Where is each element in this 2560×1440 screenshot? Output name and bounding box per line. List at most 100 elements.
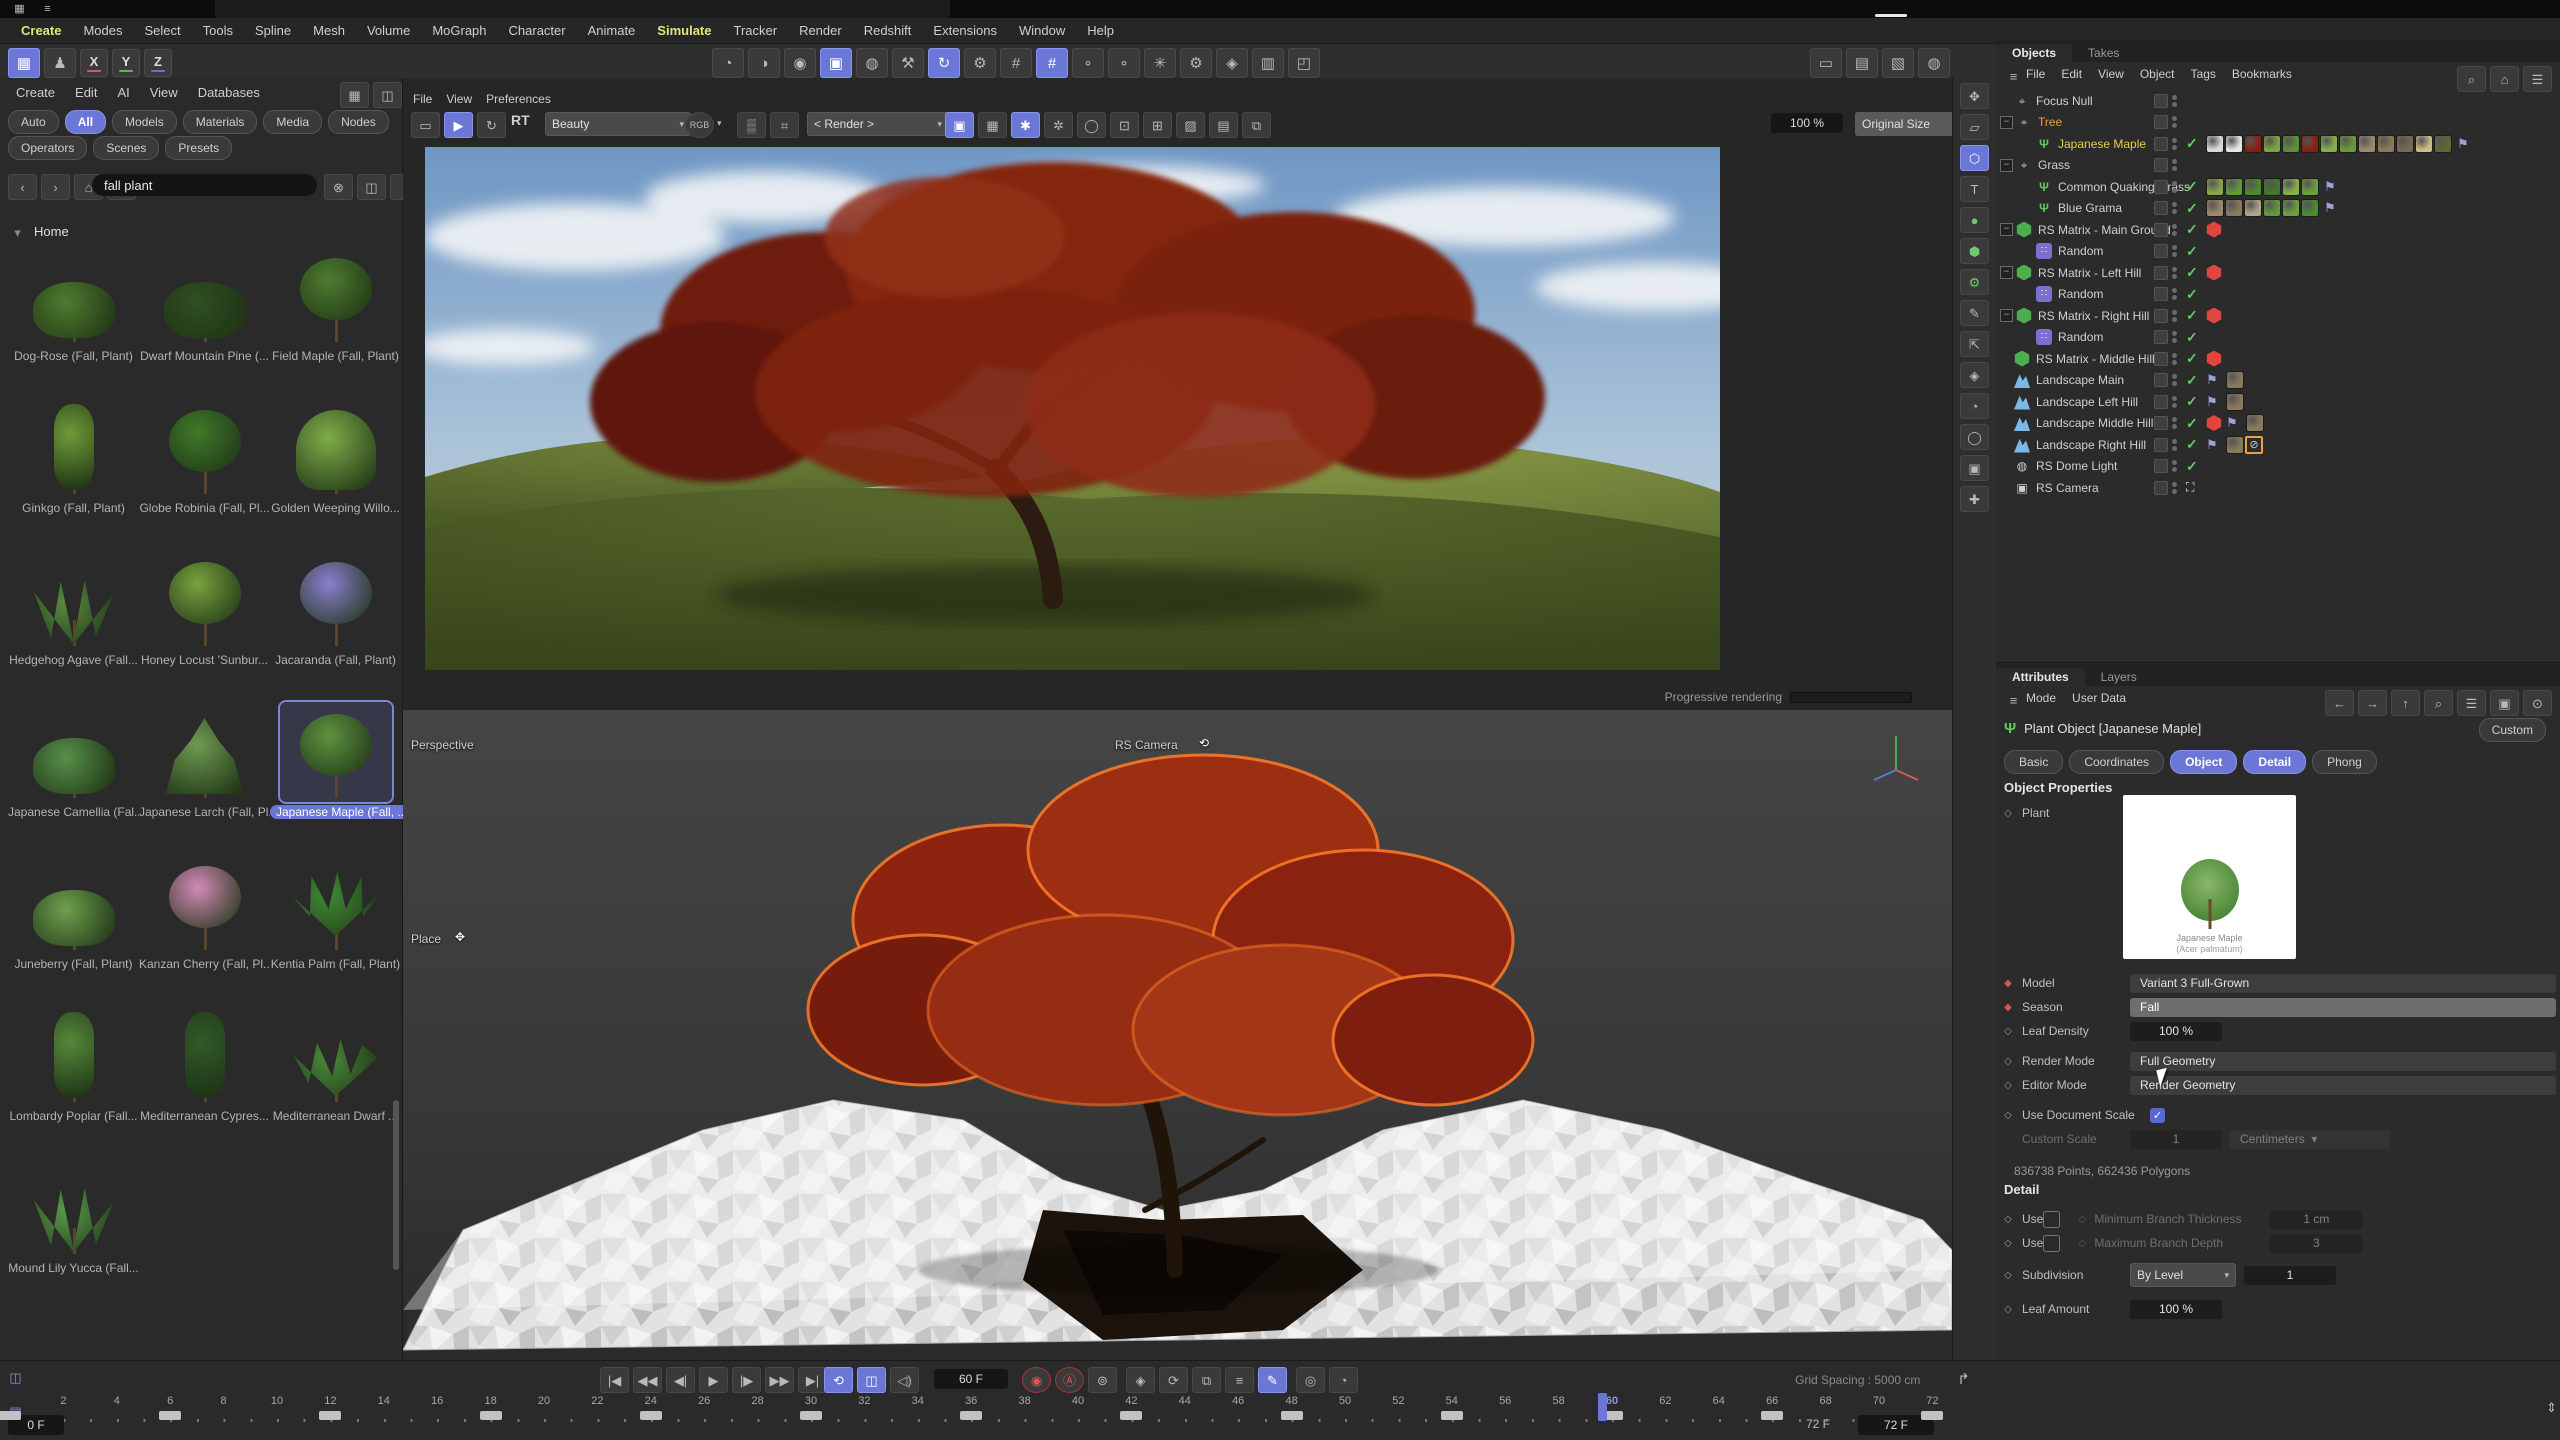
grid-icon[interactable]: # <box>1000 48 1032 78</box>
visibility-dots[interactable] <box>2172 308 2177 324</box>
material-chip[interactable] <box>2415 135 2433 153</box>
object-row-random[interactable]: ∷Random✓ <box>1996 327 2560 348</box>
circle-icon[interactable]: ◯ <box>1960 424 1989 450</box>
material-chip[interactable] <box>2244 178 2262 196</box>
menu-render[interactable]: Render <box>788 23 853 38</box>
phong-tag-icon[interactable]: ⚑ <box>2226 415 2238 431</box>
model-dropdown[interactable]: Variant 3 Full-Grown <box>2130 974 2556 993</box>
redshift-tag-icon[interactable] <box>2206 265 2222 281</box>
material-chip[interactable] <box>2434 135 2452 153</box>
redshift-tag-icon[interactable] <box>2206 415 2222 431</box>
up-icon[interactable]: ↑ <box>2391 690 2420 716</box>
om-menu-bookmarks[interactable]: Bookmarks <box>2232 67 2292 81</box>
next-frame-icon[interactable]: |▶ <box>732 1367 761 1393</box>
perspective-viewport[interactable]: Perspective RS Camera ⟲ Place ✥ <box>403 710 1952 1360</box>
menu-mesh[interactable]: Mesh <box>302 23 356 38</box>
editor-mode-dropdown[interactable]: Render Geometry <box>2130 1076 2556 1095</box>
material-chip[interactable] <box>2226 371 2244 389</box>
simulate-icon[interactable]: ▣ <box>820 48 852 78</box>
gear2-icon[interactable]: ⚙ <box>1180 48 1212 78</box>
custom-scale-unit-dropdown[interactable]: Centimeters ▾ <box>2230 1130 2390 1149</box>
object-row-rs-dome-light[interactable]: ◍RS Dome Light✓ <box>1996 456 2560 477</box>
material-chip[interactable] <box>2358 135 2376 153</box>
edit-toggle-icon[interactable] <box>2154 352 2168 366</box>
axis-y-button[interactable]: Y <box>112 49 140 77</box>
redshift-tag-icon[interactable] <box>2206 222 2222 238</box>
material-chip[interactable] <box>2244 199 2262 217</box>
keyframe-red-icon[interactable]: ◆ <box>2002 978 2014 989</box>
visibility-dots[interactable] <box>2172 480 2177 496</box>
filter-auto[interactable]: Auto <box>8 110 59 134</box>
keyframe-dot-icon[interactable]: ◇ <box>2002 1080 2014 1091</box>
filter-icon[interactable]: ☰ <box>2457 690 2486 716</box>
object-row-random[interactable]: ∷Random✓ <box>1996 284 2560 305</box>
render-mode-dropdown[interactable]: Full Geometry <box>2130 1052 2556 1071</box>
anim-dot-icon[interactable]: ◇ <box>2002 808 2014 819</box>
menu-animate[interactable]: Animate <box>577 23 647 38</box>
material-chip[interactable] <box>2244 135 2262 153</box>
edit-toggle-icon[interactable] <box>2154 201 2168 215</box>
plane-icon[interactable]: ▱ <box>1960 114 1989 140</box>
plant-item[interactable]: Field Maple (Fall, Plant) <box>270 246 401 363</box>
dot-b-icon[interactable]: ∘ <box>1108 48 1140 78</box>
edit-toggle-icon[interactable] <box>2154 180 2168 194</box>
move-icon[interactable]: ✥ <box>1960 83 1989 109</box>
render-region-icon[interactable]: ◑ <box>748 48 780 78</box>
plant-preview[interactable]: Japanese Maple (Acer palmatum) <box>2123 795 2296 959</box>
keyframe-dot-icon[interactable]: ◇ <box>2002 1214 2014 1225</box>
keyframe-selection-icon[interactable]: ⊚ <box>1088 1367 1117 1393</box>
tab-attributes[interactable]: Attributes <box>1996 668 2085 686</box>
sound-icon[interactable]: ◁) <box>890 1367 919 1393</box>
edit-toggle-icon[interactable] <box>2154 373 2168 387</box>
object-row-blue-grama[interactable]: ΨBlue Grama✓⚑ <box>1996 198 2560 219</box>
key-scale-icon[interactable]: ⧉ <box>1192 1367 1221 1393</box>
current-frame-field[interactable]: 60 F <box>934 1369 1008 1389</box>
rv-menu-view[interactable]: View <box>446 92 472 106</box>
object-row-landscape-middle-hill[interactable]: Landscape Middle Hill✓⚑ <box>1996 413 2560 434</box>
visibility-dots[interactable] <box>2172 286 2177 302</box>
forward-icon[interactable]: › <box>41 174 70 200</box>
plant-item[interactable]: Japanese Camellia (Fal... <box>8 702 139 819</box>
rgb-channel-icon[interactable]: RGB <box>685 112 714 138</box>
hist-icon[interactable]: ▤ <box>1209 112 1238 138</box>
plant-item[interactable]: Mediterranean Cypres... <box>139 1006 270 1123</box>
camera-active-icon[interactable]: ⛶ <box>2186 480 2194 495</box>
back-icon[interactable]: ‹ <box>8 174 37 200</box>
plant-item[interactable]: Kanzan Cherry (Fall, Pl... <box>139 854 270 971</box>
dot-a-icon[interactable]: ∘ <box>1072 48 1104 78</box>
visibility-dots[interactable] <box>2172 458 2177 474</box>
enabled-check-icon[interactable]: ✓ <box>2186 221 2198 238</box>
region-icon[interactable]: ⊞ <box>1143 112 1172 138</box>
keyframe-dot-icon[interactable]: ◇ <box>2002 1270 2014 1281</box>
target-icon[interactable]: ⊙ <box>2523 690 2552 716</box>
menu-redshift[interactable]: Redshift <box>853 23 923 38</box>
home-icon[interactable]: ⌂ <box>2490 66 2519 92</box>
edit-toggle-icon[interactable] <box>2154 438 2168 452</box>
visibility-dots[interactable] <box>2172 415 2177 431</box>
playhead[interactable] <box>1598 1393 1607 1421</box>
browser-menu-databases[interactable]: Databases <box>188 85 270 100</box>
search-icon[interactable]: ⌕ <box>2424 690 2453 716</box>
extrude-icon[interactable]: ⇱ <box>1960 331 1989 357</box>
object-row-focus-null[interactable]: ⌖Focus Null <box>1996 90 2560 111</box>
prev-key-icon[interactable]: ◀◀ <box>633 1367 662 1393</box>
refresh-icon[interactable]: ↻ <box>477 112 506 138</box>
enabled-check-icon[interactable]: ✓ <box>2186 329 2198 346</box>
magic-solo-icon[interactable]: ↻ <box>928 48 960 78</box>
material-chip[interactable] <box>2263 199 2281 217</box>
menu-modes[interactable]: Modes <box>72 23 133 38</box>
material-chip[interactable] <box>2282 178 2300 196</box>
visibility-dots[interactable] <box>2172 136 2177 152</box>
material-chip[interactable] <box>2339 135 2357 153</box>
keyframe-dot-icon[interactable]: ◇ <box>2002 1304 2014 1315</box>
keyframe-marker[interactable] <box>1921 1411 1943 1420</box>
key-position-icon[interactable]: ◈ <box>1126 1367 1155 1393</box>
max-branch-use-checkbox[interactable]: ✓ <box>2043 1235 2060 1252</box>
text-icon[interactable]: T <box>1960 176 1989 202</box>
record-icon[interactable]: ◉ <box>1022 1367 1051 1393</box>
attr-tab-basic[interactable]: Basic <box>2004 750 2063 774</box>
lock-icon[interactable]: ▣ <box>2490 690 2519 716</box>
visibility-dots[interactable] <box>2172 265 2177 281</box>
magnet-icon[interactable]: ◈ <box>1960 362 1989 388</box>
next-key-icon[interactable]: ▶▶ <box>765 1367 794 1393</box>
